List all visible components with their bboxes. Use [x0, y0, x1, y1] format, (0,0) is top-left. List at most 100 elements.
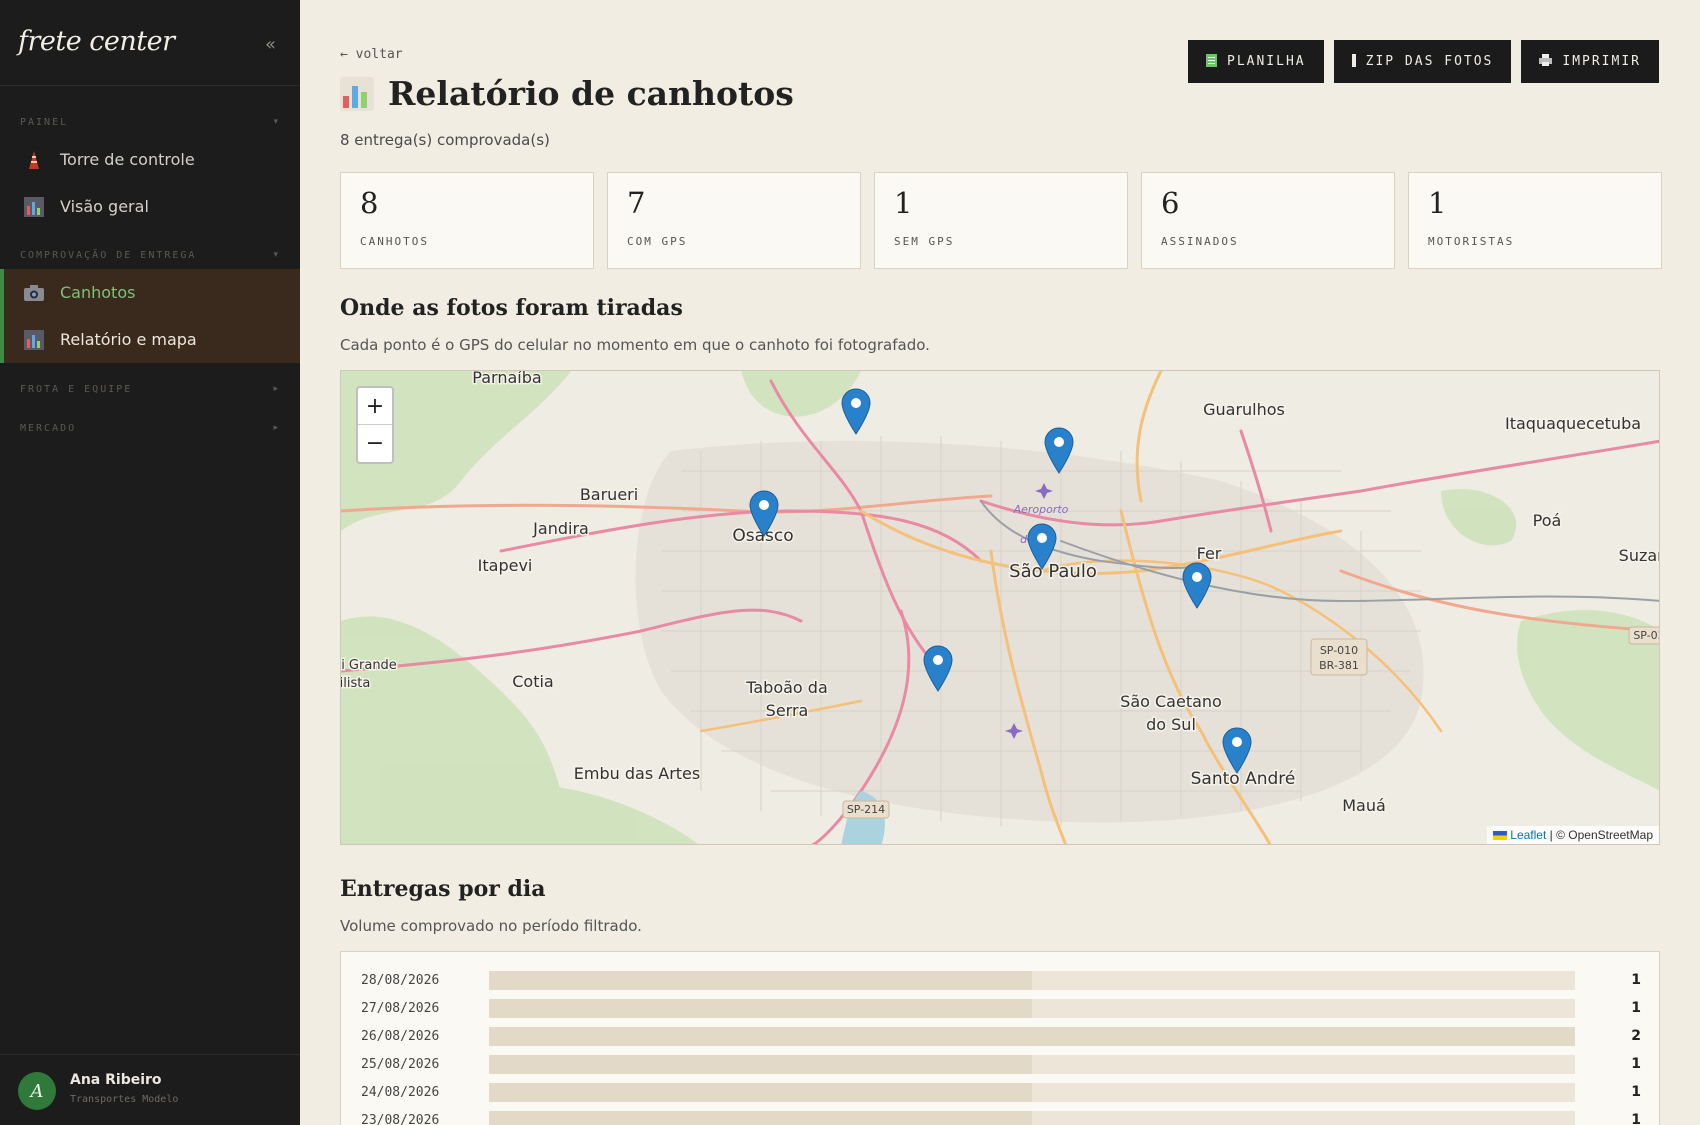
map-marker[interactable] [922, 644, 954, 692]
zip-fotos-button[interactable]: ZIP DAS FOTOS [1333, 40, 1512, 83]
map-attribution: Leaflet | © OpenStreetMap [1487, 826, 1659, 844]
page-title-text: Relatório de canhotos [388, 74, 794, 113]
osm-attribution[interactable]: | © OpenStreetMap [1546, 828, 1653, 842]
user-org: Transportes Modelo [70, 1094, 179, 1105]
sheet-icon [1206, 53, 1217, 70]
sidebar: frete center « PAINEL ▾ Torre de control… [0, 0, 300, 1125]
volume-bar-fill [489, 970, 1032, 990]
chevron-down-icon[interactable]: ▾ [273, 250, 278, 260]
row-date: 28/08/2026 [361, 972, 440, 988]
chevron-right-icon[interactable]: ▸ [273, 384, 278, 394]
stat-value: 1 [894, 186, 913, 220]
road-shield: SP-03 [1633, 629, 1660, 642]
stat-label: ASSINADOS [1161, 235, 1239, 248]
road-shield: SP-010 [1320, 644, 1358, 657]
map-label: Itaquaquecetuba [1505, 414, 1641, 433]
map-label: Aeroporto [1013, 503, 1069, 516]
chevron-right-icon[interactable]: ▸ [273, 423, 278, 433]
avatar[interactable]: A [18, 1072, 56, 1110]
list-item: 28/08/2026 1 [361, 970, 1641, 990]
back-link[interactable]: ← voltar [340, 47, 403, 62]
stat-label: SEM GPS [894, 235, 955, 248]
sidebar-item-label: Visão geral [60, 197, 149, 216]
map-label: Poá [1533, 511, 1562, 530]
volume-bar-fill [489, 1110, 1032, 1125]
delivery-map[interactable]: Parnaíba Guarulhos Itaquaquecetuba Barue… [340, 370, 1660, 845]
map-label: Embu das Artes [574, 764, 700, 783]
leaflet-link[interactable]: Leaflet [1510, 828, 1546, 842]
imprimir-button[interactable]: IMPRIMIR [1521, 40, 1659, 83]
brand-row: frete center « [0, 0, 300, 86]
stat-label: MOTORISTAS [1428, 235, 1515, 248]
stat-value: 1 [1428, 186, 1447, 220]
section-label-mercado[interactable]: MERCADO [20, 423, 76, 434]
section-label-comprovacao[interactable]: COMPROVAÇÃO DE ENTREGA [20, 250, 196, 261]
stat-card-motoristas: 1 MOTORISTAS [1408, 172, 1662, 269]
map-marker[interactable] [1181, 561, 1213, 609]
row-count: 2 [1631, 1028, 1641, 1044]
list-item: 27/08/2026 1 [361, 998, 1641, 1018]
map-label: do Sul [1146, 715, 1196, 734]
planilha-button[interactable]: PLANILHA [1188, 40, 1324, 83]
stat-card-com-gps: 7 COM GPS [607, 172, 861, 269]
chevron-down-icon[interactable]: ▾ [273, 117, 278, 127]
list-item: 23/08/2026 1 [361, 1110, 1641, 1125]
row-count: 1 [1631, 1056, 1641, 1072]
list-item: 26/08/2026 2 [361, 1026, 1641, 1046]
sidebar-item-torre-de-controle[interactable]: Torre de controle [0, 136, 300, 183]
map-marker[interactable] [840, 387, 872, 435]
volume-bar-fill [489, 1054, 1032, 1074]
list-item: 25/08/2026 1 [361, 1054, 1641, 1074]
brand-logo[interactable]: frete center [18, 26, 175, 57]
map-marker[interactable] [1221, 726, 1253, 774]
volume-bar [489, 1082, 1575, 1102]
zip-icon [1351, 53, 1356, 70]
daily-section-title: Entregas por dia [340, 876, 546, 902]
zoom-in-button[interactable]: + [358, 388, 392, 425]
zoom-control: + − [356, 386, 394, 464]
sidebar-item-canhotos[interactable]: Canhotos [0, 269, 300, 316]
map-section-description: Cada ponto é o GPS do celular no momento… [340, 336, 930, 354]
volume-bar [489, 1026, 1575, 1046]
zip-fotos-label: ZIP DAS FOTOS [1365, 54, 1494, 69]
row-count: 1 [1631, 972, 1641, 988]
volume-bar-fill [489, 998, 1032, 1018]
map-label: Cotia [512, 672, 553, 691]
collapse-sidebar-icon[interactable]: « [265, 34, 276, 55]
row-date: 26/08/2026 [361, 1028, 440, 1044]
map-marker[interactable] [1026, 522, 1058, 570]
stat-value: 8 [360, 186, 379, 220]
map-label: ilista [341, 676, 370, 691]
map-label: Jandira [532, 519, 589, 538]
sidebar-item-visao-geral[interactable]: Visão geral [0, 183, 300, 230]
printer-icon [1539, 54, 1553, 69]
stat-value: 6 [1161, 186, 1180, 220]
zoom-out-button[interactable]: − [358, 425, 392, 462]
volume-bar [489, 1054, 1575, 1074]
volume-bar [489, 998, 1575, 1018]
volume-bar-fill [489, 1026, 1575, 1046]
row-count: 1 [1631, 1000, 1641, 1016]
map-tiles[interactable]: Parnaíba Guarulhos Itaquaquecetuba Barue… [341, 371, 1660, 845]
map-label: Suzan [1619, 546, 1660, 565]
daily-section-description: Volume comprovado no período filtrado. [340, 917, 642, 935]
stat-card-canhotos: 8 CANHOTOS [340, 172, 594, 269]
toolbar: PLANILHA ZIP DAS FOTOS IMPRIMIR [1188, 40, 1659, 83]
main-content: ← voltar Relatório de canhotos 8 entrega… [300, 0, 1700, 1125]
map-marker[interactable] [748, 489, 780, 537]
section-label-frota[interactable]: FROTA E EQUIPE [20, 384, 132, 395]
sidebar-item-relatorio-e-mapa[interactable]: Relatório e mapa [0, 316, 300, 363]
user-profile[interactable]: A Ana Ribeiro Transportes Modelo [0, 1054, 300, 1125]
map-section-title: Onde as fotos foram tiradas [340, 295, 683, 321]
sidebar-item-label: Torre de controle [60, 150, 195, 169]
volume-bar [489, 970, 1575, 990]
map-label: Itapevi [478, 556, 533, 575]
map-marker[interactable] [1043, 426, 1075, 474]
section-label-painel[interactable]: PAINEL [20, 117, 68, 128]
row-date: 23/08/2026 [361, 1112, 440, 1125]
imprimir-label: IMPRIMIR [1562, 54, 1641, 69]
tower-icon [22, 149, 46, 171]
row-date: 25/08/2026 [361, 1056, 440, 1072]
list-item: 24/08/2026 1 [361, 1082, 1641, 1102]
map-label: Barueri [580, 485, 638, 504]
